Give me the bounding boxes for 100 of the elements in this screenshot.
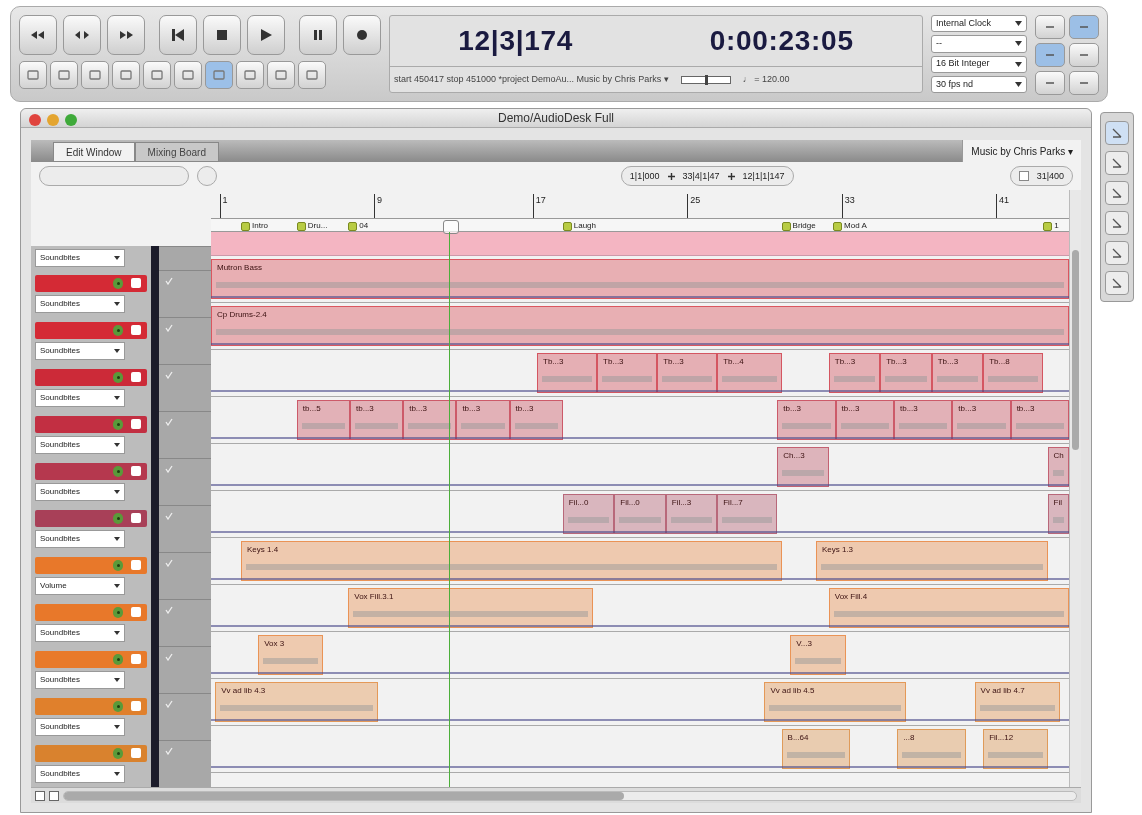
- audio-clip[interactable]: Tb...3: [880, 353, 932, 394]
- audio-clip[interactable]: V...3: [790, 635, 846, 676]
- horizontal-scroll-bar[interactable]: [63, 790, 1077, 801]
- automation-dropdown[interactable]: Soundbites: [35, 717, 125, 736]
- time-field[interactable]: 33|4|1|47: [682, 169, 720, 184]
- audio-clip[interactable]: tb...3: [509, 400, 563, 441]
- audio-clip[interactable]: tb...5: [296, 400, 350, 441]
- automation-dropdown[interactable]: Soundbites: [35, 482, 125, 501]
- audio-clip[interactable]: Fil...7: [717, 494, 778, 535]
- play-button[interactable]: [247, 15, 285, 55]
- audio-clip[interactable]: Vox Fill.3.1: [348, 588, 593, 629]
- automation-dropdown[interactable]: Soundbites: [35, 435, 125, 454]
- audio-clip[interactable]: Tb...4: [717, 353, 782, 394]
- automation-dropdown[interactable]: Soundbites: [35, 670, 125, 689]
- audio-clip[interactable]: tb...3: [893, 400, 953, 441]
- stop-button[interactable]: [203, 15, 241, 55]
- automation-dropdown[interactable]: Volume: [35, 576, 125, 595]
- audio-clip[interactable]: Tb...3: [931, 353, 984, 394]
- audio-clip[interactable]: tb...3: [777, 400, 836, 441]
- audio-clip[interactable]: tb...3: [456, 400, 510, 441]
- audio-clip[interactable]: tb...3: [350, 400, 404, 441]
- audio-clip[interactable]: Vv ad lib 4.3: [215, 682, 379, 723]
- audio-clip[interactable]: Fil...0: [562, 494, 615, 535]
- track-header[interactable]: [35, 321, 147, 339]
- audio-clip[interactable]: [211, 232, 1069, 257]
- automation-dropdown[interactable]: Soundbites: [35, 249, 125, 268]
- audio-clip[interactable]: B...64: [781, 729, 851, 770]
- automation-dropdown[interactable]: Soundbites: [35, 529, 125, 548]
- tool-button[interactable]: [236, 61, 264, 89]
- tool-button[interactable]: [112, 61, 140, 89]
- option-button[interactable]: [1035, 43, 1065, 67]
- tab[interactable]: Edit Window: [53, 142, 135, 163]
- tool-palette-button[interactable]: [1105, 181, 1129, 205]
- slider-thumb[interactable]: [704, 74, 708, 85]
- pause-button[interactable]: [299, 15, 337, 55]
- view-button[interactable]: [35, 790, 45, 801]
- round-button[interactable]: [197, 166, 217, 187]
- option-button[interactable]: [1035, 15, 1065, 39]
- tab[interactable]: Mixing Board: [134, 142, 219, 163]
- track-header[interactable]: [35, 603, 147, 621]
- zoom-button[interactable]: [65, 114, 77, 126]
- audio-clip[interactable]: Vox 3: [258, 635, 323, 676]
- track-header[interactable]: [35, 697, 147, 715]
- audio-clip[interactable]: Keys 1.3: [815, 541, 1048, 582]
- automation-dropdown[interactable]: Soundbites: [35, 623, 125, 642]
- scroll-bar[interactable]: [1069, 190, 1081, 788]
- tool-button[interactable]: [81, 61, 109, 89]
- tool-palette-button[interactable]: [1105, 271, 1129, 295]
- dropdown[interactable]: 30 fps nd: [931, 75, 1027, 93]
- audio-clip[interactable]: Keys 1.4: [241, 541, 782, 582]
- audio-clip[interactable]: Mutron Bass: [211, 259, 1069, 300]
- track-header[interactable]: [35, 650, 147, 668]
- audio-clip[interactable]: Tb...3: [828, 353, 881, 394]
- option-button[interactable]: [1069, 43, 1099, 67]
- view-button[interactable]: [49, 790, 59, 801]
- audio-clip[interactable]: tb...3: [835, 400, 894, 441]
- record-button[interactable]: [343, 15, 381, 55]
- skip-back-button[interactable]: [159, 15, 197, 55]
- dropdown[interactable]: --: [931, 35, 1027, 53]
- automation-dropdown[interactable]: Soundbites: [35, 341, 125, 360]
- audio-clip[interactable]: ...8: [897, 729, 966, 770]
- tool-palette-button[interactable]: [1105, 121, 1129, 145]
- search-field[interactable]: [39, 166, 189, 187]
- audio-clip[interactable]: Vox Fill.4: [828, 588, 1069, 629]
- audio-clip[interactable]: tb...3: [952, 400, 1011, 441]
- track-header[interactable]: [35, 509, 147, 527]
- track-header[interactable]: [35, 556, 147, 574]
- tool-button[interactable]: [143, 61, 171, 89]
- time-field[interactable]: 12|1|1|147: [742, 169, 785, 184]
- audio-clip[interactable]: Tb...3: [597, 353, 658, 394]
- audio-clip[interactable]: tb...3: [1010, 400, 1069, 441]
- audio-clip[interactable]: Vv ad lib 4.7: [974, 682, 1061, 723]
- close-button[interactable]: [29, 114, 41, 126]
- audio-clip[interactable]: Fil: [1047, 494, 1069, 535]
- option-button[interactable]: [1069, 71, 1099, 95]
- tool-palette-button[interactable]: [1105, 151, 1129, 175]
- track-header[interactable]: [35, 415, 147, 433]
- audio-clip[interactable]: Fil...3: [665, 494, 718, 535]
- shuttle-button[interactable]: [63, 15, 101, 55]
- dropdown[interactable]: Internal Clock: [931, 15, 1027, 33]
- audio-clip[interactable]: Tb...8: [983, 353, 1044, 394]
- chunk-menu[interactable]: Music by Chris Parks ▾: [962, 140, 1081, 163]
- track-header[interactable]: [35, 462, 147, 480]
- tool-button[interactable]: [267, 61, 295, 89]
- tool-button[interactable]: [19, 61, 47, 89]
- tool-palette-button[interactable]: [1105, 211, 1129, 235]
- option-button[interactable]: [1069, 15, 1099, 39]
- audio-clip[interactable]: Vv ad lib 4.5: [764, 682, 906, 723]
- dropdown[interactable]: 16 Bit Integer: [931, 55, 1027, 73]
- automation-dropdown[interactable]: Soundbites: [35, 388, 125, 407]
- fast-forward-button[interactable]: [107, 15, 145, 55]
- audio-clip[interactable]: Fil...0: [614, 494, 666, 535]
- track-header[interactable]: [35, 744, 147, 762]
- checkbox[interactable]: [1018, 171, 1029, 182]
- audio-clip[interactable]: Cp Drums-2.4: [211, 306, 1069, 347]
- rewind-button[interactable]: [19, 15, 57, 55]
- tool-palette-button[interactable]: [1105, 241, 1129, 265]
- tool-button[interactable]: [50, 61, 78, 89]
- audio-clip[interactable]: Tb...3: [657, 353, 718, 394]
- tool-button[interactable]: [174, 61, 202, 89]
